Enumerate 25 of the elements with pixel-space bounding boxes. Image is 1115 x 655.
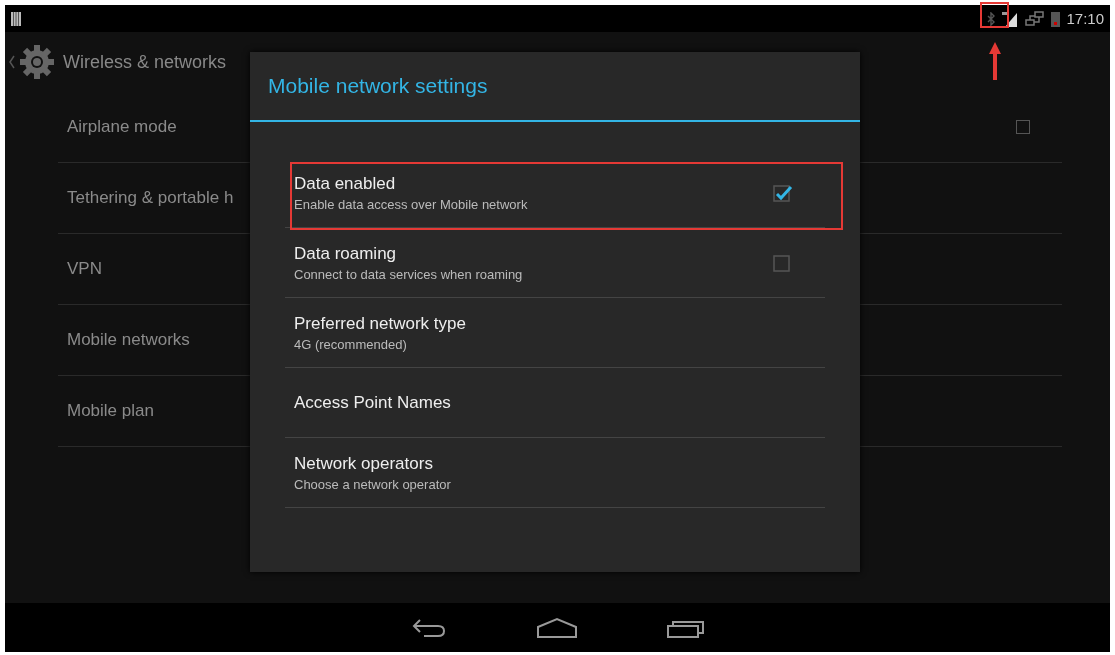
bluetooth-icon	[987, 11, 996, 26]
clock-time: 17:10	[1066, 10, 1104, 27]
checkbox[interactable]	[773, 183, 795, 202]
gear-icon	[19, 44, 55, 80]
back-caret-icon[interactable]	[9, 55, 15, 69]
battery-icon	[1051, 10, 1061, 27]
network-icon	[1025, 10, 1046, 27]
up-arrow	[988, 42, 1002, 80]
option-summary: 4G (recommended)	[294, 336, 408, 352]
option-title[interactable]: Network operators	[294, 453, 795, 474]
dialog-title: Mobile network settings	[250, 52, 860, 122]
checkbox[interactable]	[1016, 120, 1030, 134]
back-icon[interactable]	[410, 616, 447, 639]
option-summary: Choose a network operator	[294, 476, 452, 492]
option-title[interactable]: Data roaming	[294, 243, 773, 264]
option-title[interactable]: Preferred network type	[294, 313, 795, 334]
screen-title: Wireless & networks	[63, 51, 227, 73]
option-summary: Enable data access over Mobile network	[294, 196, 529, 212]
option-title[interactable]: Data enabled	[294, 173, 773, 194]
highlight-frame	[980, 2, 1009, 28]
option-title[interactable]: Access Point Names	[294, 392, 795, 413]
notification-icon	[11, 11, 21, 26]
option-summary: Connect to data services when roaming	[294, 266, 524, 282]
home-icon[interactable]	[536, 616, 577, 639]
signal-icon	[1001, 10, 1020, 27]
